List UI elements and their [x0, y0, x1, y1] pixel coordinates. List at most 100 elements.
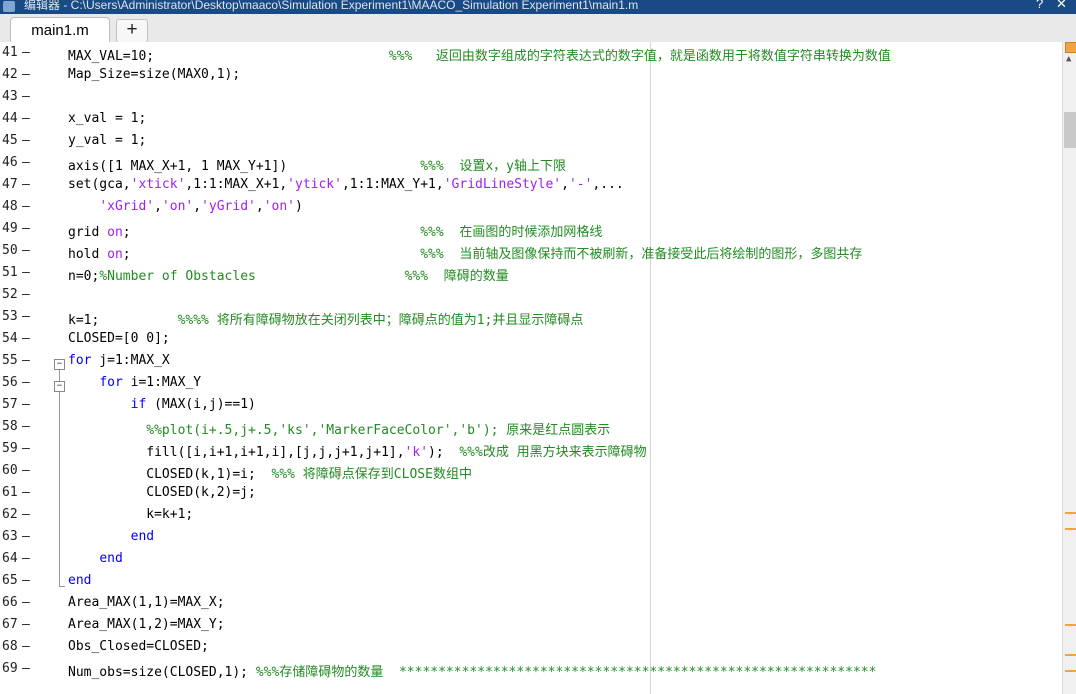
- code-line[interactable]: 68– Obs_Closed=CLOSED;: [0, 636, 1062, 658]
- code-text[interactable]: MAX_VAL=10; %%% 返回由数字组成的字符表达式的数字值，就是函数用于…: [68, 45, 891, 64]
- code-text[interactable]: set(gca,'xtick',1:1:MAX_X+1,'ytick',1:1:…: [68, 177, 624, 192]
- vertical-scrollbar[interactable]: ▲: [1062, 42, 1076, 694]
- code-line[interactable]: 44– x_val = 1;: [0, 108, 1062, 130]
- code-line[interactable]: 51– n=0;%Number of Obstacles %%% 障碍的数量: [0, 262, 1062, 284]
- code-text[interactable]: Obs_Closed=CLOSED;: [68, 639, 209, 654]
- code-text[interactable]: %%plot(i+.5,j+.5,'ks','MarkerFaceColor',…: [68, 419, 610, 438]
- breakpoint-marker[interactable]: –: [22, 573, 30, 588]
- code-line[interactable]: 62– k=k+1;: [0, 504, 1062, 526]
- breakpoint-marker[interactable]: –: [22, 199, 30, 214]
- breakpoint-marker[interactable]: –: [22, 661, 30, 676]
- code-line[interactable]: 65– end: [0, 570, 1062, 592]
- breakpoint-marker[interactable]: –: [22, 463, 30, 478]
- code-text[interactable]: end: [68, 551, 122, 566]
- code-line[interactable]: 56– for i=1:MAX_Y: [0, 372, 1062, 394]
- breakpoint-marker[interactable]: –: [22, 639, 30, 654]
- code-text[interactable]: end: [68, 529, 154, 544]
- code-line[interactable]: 67– Area_MAX(1,2)=MAX_Y;: [0, 614, 1062, 636]
- code-text[interactable]: fill([i,i+1,i+1,i],[j,j,j+1,j+1],'k'); %…: [68, 441, 646, 460]
- breakpoint-marker[interactable]: –: [22, 67, 30, 82]
- breakpoint-marker[interactable]: –: [22, 287, 30, 302]
- breakpoint-marker[interactable]: –: [22, 111, 30, 126]
- code-text[interactable]: k=k+1;: [68, 507, 193, 522]
- breakpoint-marker[interactable]: –: [22, 45, 30, 60]
- code-line[interactable]: 59– fill([i,i+1,i+1,i],[j,j,j+1,j+1],'k'…: [0, 438, 1062, 460]
- breakpoint-marker[interactable]: –: [22, 155, 30, 170]
- breakpoint-marker[interactable]: –: [22, 265, 30, 280]
- code-line[interactable]: 69– Num_obs=size(CLOSED,1); %%%存储障碍物的数量 *…: [0, 658, 1062, 680]
- breakpoint-marker[interactable]: –: [22, 309, 30, 324]
- breakpoint-marker[interactable]: –: [22, 353, 30, 368]
- code-text[interactable]: k=1; %%%% 将所有障碍物放在关闭列表中；障碍点的值为1;并且显示障碍点: [68, 309, 583, 328]
- breakpoint-marker[interactable]: –: [22, 331, 30, 346]
- breakpoint-marker[interactable]: –: [22, 133, 30, 148]
- scroll-marker[interactable]: [1065, 654, 1076, 656]
- breakpoint-marker[interactable]: –: [22, 529, 30, 544]
- code-line[interactable]: 47– set(gca,'xtick',1:1:MAX_X+1,'ytick',1…: [0, 174, 1062, 196]
- breakpoint-marker[interactable]: –: [22, 507, 30, 522]
- code-line[interactable]: 54– CLOSED=[0 0];: [0, 328, 1062, 350]
- code-line[interactable]: 66– Area_MAX(1,1)=MAX_X;: [0, 592, 1062, 614]
- breakpoint-marker[interactable]: –: [22, 221, 30, 236]
- breakpoint-marker[interactable]: –: [22, 441, 30, 456]
- scroll-up-icon[interactable]: ▲: [1066, 54, 1071, 64]
- scrollbar-thumb[interactable]: [1064, 112, 1076, 148]
- breakpoint-marker[interactable]: –: [22, 419, 30, 434]
- code-text[interactable]: CLOSED(k,2)=j;: [68, 485, 256, 500]
- breakpoint-marker[interactable]: –: [22, 551, 30, 566]
- code-line[interactable]: 57– if (MAX(i,j)==1): [0, 394, 1062, 416]
- code-text[interactable]: for j=1:MAX_X: [68, 353, 170, 368]
- code-text[interactable]: end: [68, 573, 91, 588]
- code-line[interactable]: 55– for j=1:MAX_X: [0, 350, 1062, 372]
- code-line[interactable]: 41– MAX_VAL=10; %%% 返回由数字组成的字符表达式的数字值，就是函…: [0, 42, 1062, 64]
- code-line[interactable]: 46– axis([1 MAX_X+1, 1 MAX_Y+1]) %%% 设置x，…: [0, 152, 1062, 174]
- breakpoint-marker[interactable]: –: [22, 375, 30, 390]
- code-text[interactable]: hold on; %%% 当前轴及图像保持而不被刷新，准备接受此后将绘制的图形，…: [68, 243, 862, 262]
- code-text[interactable]: axis([1 MAX_X+1, 1 MAX_Y+1]) %%% 设置x，y轴上…: [68, 155, 566, 174]
- code-line[interactable]: 42– Map_Size=size(MAX0,1);: [0, 64, 1062, 86]
- close-icon[interactable]: ✕: [1056, 0, 1067, 10]
- line-number: 57: [2, 397, 18, 412]
- help-icon[interactable]: ?: [1036, 0, 1043, 10]
- breakpoint-marker[interactable]: –: [22, 89, 30, 104]
- code-line[interactable]: 58– %%plot(i+.5,j+.5,'ks','MarkerFaceCol…: [0, 416, 1062, 438]
- code-text[interactable]: Area_MAX(1,2)=MAX_Y;: [68, 617, 225, 632]
- code-line[interactable]: 64– end: [0, 548, 1062, 570]
- code-line[interactable]: 50– hold on; %%% 当前轴及图像保持而不被刷新，准备接受此后将绘制的…: [0, 240, 1062, 262]
- code-line[interactable]: 61– CLOSED(k,2)=j;: [0, 482, 1062, 504]
- code-editor[interactable]: − − 41– MAX_VAL=10; %%% 返回由数字组成的字符表达式的数字值…: [0, 42, 1062, 694]
- breakpoint-marker[interactable]: –: [22, 397, 30, 412]
- breakpoint-marker[interactable]: –: [22, 595, 30, 610]
- code-line[interactable]: 53– k=1; %%%% 将所有障碍物放在关闭列表中；障碍点的值为1;并且显示障…: [0, 306, 1062, 328]
- code-text[interactable]: 'xGrid','on','yGrid','on'): [68, 199, 303, 214]
- scroll-marker[interactable]: [1065, 670, 1076, 672]
- code-text[interactable]: CLOSED=[0 0];: [68, 331, 170, 346]
- breakpoint-marker[interactable]: –: [22, 177, 30, 192]
- tab-main1[interactable]: main1.m: [10, 17, 110, 43]
- code-text[interactable]: grid on; %%% 在画图的时候添加网格线: [68, 221, 602, 240]
- code-text[interactable]: if (MAX(i,j)==1): [68, 397, 256, 412]
- code-text[interactable]: Num_obs=size(CLOSED,1); %%%存储障碍物的数量 ****…: [68, 661, 876, 680]
- code-text[interactable]: Area_MAX(1,1)=MAX_X;: [68, 595, 225, 610]
- code-line[interactable]: 60– CLOSED(k,1)=i; %%% 将障碍点保存到CLOSE数组中: [0, 460, 1062, 482]
- code-line[interactable]: 49– grid on; %%% 在画图的时候添加网格线: [0, 218, 1062, 240]
- code-line[interactable]: 52–: [0, 284, 1062, 306]
- code-text[interactable]: CLOSED(k,1)=i; %%% 将障碍点保存到CLOSE数组中: [68, 463, 472, 482]
- code-line[interactable]: 48– 'xGrid','on','yGrid','on'): [0, 196, 1062, 218]
- code-text[interactable]: Map_Size=size(MAX0,1);: [68, 67, 240, 82]
- scroll-marker[interactable]: [1065, 512, 1076, 514]
- code-text[interactable]: n=0;%Number of Obstacles %%% 障碍的数量: [68, 265, 509, 284]
- new-tab-button[interactable]: +: [116, 19, 148, 43]
- code-line[interactable]: 45– y_val = 1;: [0, 130, 1062, 152]
- breakpoint-marker[interactable]: –: [22, 617, 30, 632]
- code-line[interactable]: 63– end: [0, 526, 1062, 548]
- warning-indicator-icon[interactable]: [1065, 42, 1076, 53]
- scroll-marker[interactable]: [1065, 528, 1076, 530]
- scroll-marker[interactable]: [1065, 624, 1076, 626]
- code-text[interactable]: y_val = 1;: [68, 133, 146, 148]
- breakpoint-marker[interactable]: –: [22, 485, 30, 500]
- code-line[interactable]: 43–: [0, 86, 1062, 108]
- code-text[interactable]: x_val = 1;: [68, 111, 146, 126]
- code-text[interactable]: for i=1:MAX_Y: [68, 375, 201, 390]
- breakpoint-marker[interactable]: –: [22, 243, 30, 258]
